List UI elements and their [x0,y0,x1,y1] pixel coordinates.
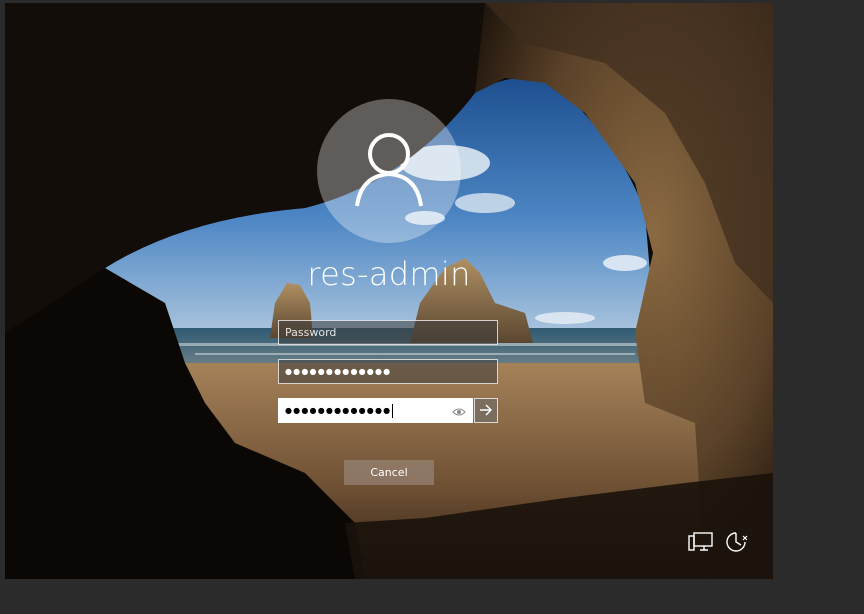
lock-screen: res-admin Password ●●●●●●●●●●●●● ●●●●●●●… [5,3,773,579]
arrow-right-icon [479,401,493,420]
network-icon [688,531,714,557]
submit-button[interactable] [474,398,498,423]
password-input-focused[interactable]: ●●●●●●●●●●●●● [278,398,473,423]
ease-of-access-button[interactable] [723,532,751,556]
user-icon [353,130,425,212]
ease-of-access-icon [724,530,750,558]
cancel-button[interactable]: Cancel [344,460,434,485]
rdp-window: res-admin Password ●●●●●●●●●●●●● ●●●●●●●… [0,0,864,614]
network-button[interactable] [687,532,715,556]
password-field-1[interactable]: Password [278,320,498,345]
password-field-3: ●●●●●●●●●●●●● [278,398,498,423]
password-masked-value: ●●●●●●●●●●●●● [285,367,392,376]
password-field-2[interactable]: ●●●●●●●●●●●●● [278,359,498,384]
text-caret [392,403,394,418]
eye-icon[interactable] [452,404,466,418]
user-avatar [317,99,461,243]
username-label: res-admin [307,255,471,293]
password-placeholder: Password [285,326,337,339]
password-masked-value: ●●●●●●●●●●●●● [285,406,392,415]
